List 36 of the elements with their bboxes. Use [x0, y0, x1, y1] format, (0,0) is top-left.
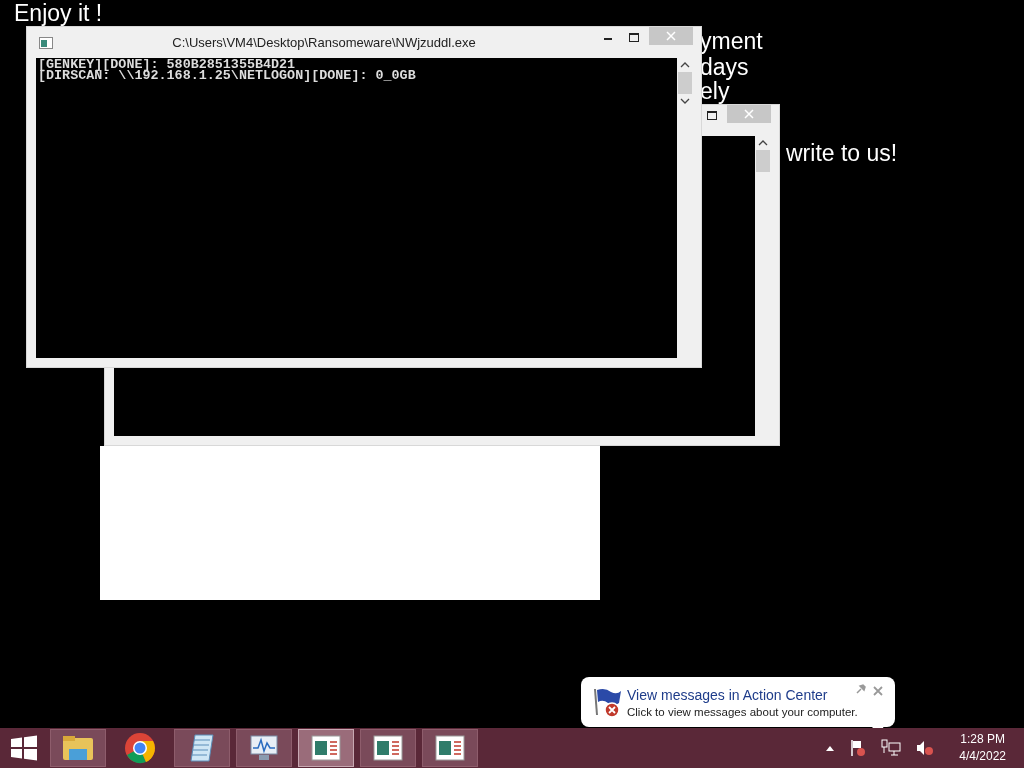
scroll-thumb[interactable]: [756, 150, 770, 172]
notification-message: Click to view messages about your computer.: [627, 705, 858, 718]
clock-date: 4/4/2022: [959, 748, 1006, 765]
window-title: C:\Users\VM4\Desktop\Ransomeware\NWjzuddl.exe: [171, 35, 477, 50]
desktop-text: days: [700, 54, 749, 80]
folder-icon: [61, 733, 95, 763]
taskbar-button[interactable]: [50, 729, 106, 767]
taskbar-button[interactable]: [422, 729, 478, 767]
notepad-icon: [187, 732, 217, 764]
flag-error-icon[interactable]: [849, 739, 868, 757]
taskbar-button[interactable]: [298, 729, 354, 767]
taskbar-button[interactable]: [236, 729, 292, 767]
console-line: [GENKEY][DONE]: 580B2851355B4D21: [38, 59, 296, 70]
network-icon[interactable]: [881, 739, 902, 757]
taskbar-button[interactable]: [174, 729, 230, 767]
notification-toast[interactable]: View messages in Action Center Click to view messages about your computer.: [581, 677, 895, 727]
speaker-muted-icon[interactable]: [915, 739, 936, 757]
close-icon[interactable]: [872, 685, 884, 697]
window-app-icon: [373, 735, 403, 761]
console-icon: [39, 37, 53, 49]
desktop-text: Enjoy it !: [14, 0, 103, 26]
desktop-text: yment: [700, 28, 763, 54]
pin-icon[interactable]: [855, 683, 867, 695]
desktop-text: write to us!: [786, 140, 898, 166]
clock-time: 1:28 PM: [960, 731, 1005, 748]
clock[interactable]: 1:28 PM 4/4/2022: [959, 731, 1006, 765]
show-hidden-icons-icon[interactable]: [825, 744, 836, 752]
windows-logo-icon: [10, 735, 38, 761]
browser-icon: [124, 732, 156, 764]
taskbar-button[interactable]: [360, 729, 416, 767]
console-line: [DIRSCAN: \\192.168.1.25\NETLOGON][DONE]: 0_0GB: [38, 70, 417, 81]
scroll-thumb[interactable]: [678, 72, 692, 94]
window-app-icon: [311, 735, 341, 761]
window-app-icon: [435, 735, 465, 761]
performance-monitor-icon: [248, 733, 280, 763]
notification-title[interactable]: View messages in Action Center: [627, 686, 828, 703]
